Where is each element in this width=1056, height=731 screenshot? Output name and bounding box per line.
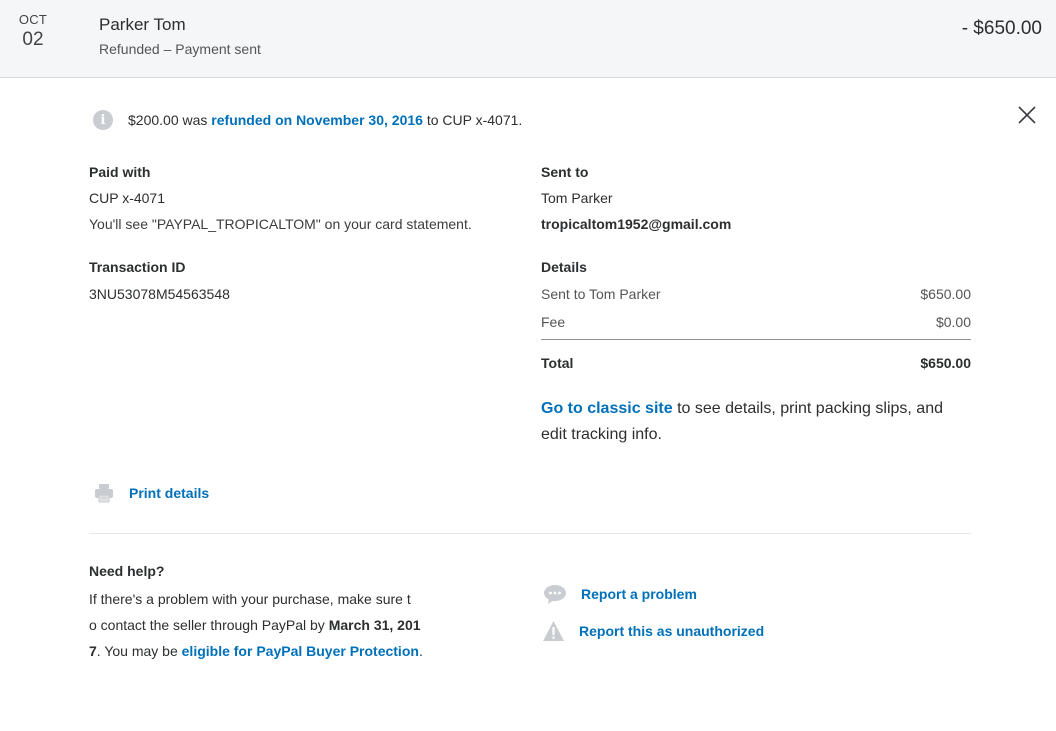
paid-with-card: CUP x-4071	[89, 190, 166, 206]
transaction-header: OCT 02 Parker Tom Refunded – Payment sen…	[0, 0, 1056, 78]
sent-to-label: Sent to	[541, 164, 589, 180]
detail-row-label: Sent to Tom Parker	[541, 286, 661, 302]
print-details-button[interactable]: Print details	[93, 481, 209, 505]
close-button[interactable]	[1016, 104, 1038, 126]
transaction-id: 3NU53078M54563548	[89, 286, 230, 302]
total-label: Total	[541, 355, 574, 371]
chat-bubble-icon	[544, 585, 566, 604]
report-unauthorized-link[interactable]: Report this as unauthorized	[579, 623, 764, 639]
refund-amount: $200.00	[128, 112, 179, 128]
transaction-amount: - $650.00	[961, 18, 1042, 39]
detail-row-value: $650.00	[920, 286, 971, 302]
transaction-status: Refunded – Payment sent	[99, 41, 261, 57]
help-line-1: If there's a problem with your purchase,…	[89, 591, 411, 607]
report-unauthorized-button[interactable]: Report this as unauthorized	[542, 620, 764, 642]
recipient-name: Tom Parker	[541, 190, 613, 206]
close-icon	[1018, 106, 1036, 124]
refund-notice: i $200.00 was refunded on November 30, 2…	[93, 109, 522, 131]
paid-with-label: Paid with	[89, 164, 151, 180]
date-day: 02	[22, 29, 44, 50]
help-line-3: . You may be	[96, 643, 178, 659]
detail-row: Fee $0.00	[541, 314, 971, 330]
help-deadline: March 31, 201	[328, 617, 421, 633]
help-line-2: o contact the seller through PayPal by	[89, 617, 325, 633]
print-details-link[interactable]: Print details	[129, 485, 209, 501]
section-divider	[89, 533, 971, 534]
printer-icon	[95, 484, 113, 503]
help-deadline-end: 7	[89, 643, 97, 659]
total-row: Total $650.00	[541, 355, 971, 371]
card-statement-note: You'll see "PAYPAL_TROPICALTOM" on your …	[89, 216, 472, 232]
need-help-title: Need help?	[89, 563, 165, 579]
detail-row-value: $0.00	[935, 314, 971, 330]
transaction-id-label: Transaction ID	[89, 259, 186, 275]
refund-notice-text: $200.00 was refunded on November 30, 201…	[128, 112, 522, 128]
help-line-3-end: .	[418, 643, 423, 659]
refund-destination: to CUP x-4071.	[426, 112, 523, 128]
classic-site-link[interactable]: Go to classic site	[541, 400, 673, 417]
report-problem-link[interactable]: Report a problem	[581, 586, 697, 602]
date-month: OCT	[18, 12, 48, 27]
detail-row: Sent to Tom Parker $650.00	[541, 286, 971, 302]
transaction-date: OCT 02	[18, 12, 48, 51]
info-icon: i	[93, 110, 113, 130]
total-value: $650.00	[920, 355, 971, 371]
recipient-email-link[interactable]: tropicaltom1952@gmail.com	[541, 216, 731, 232]
detail-row-label: Fee	[541, 314, 566, 330]
refund-was: was	[182, 112, 208, 128]
refund-date-link[interactable]: refunded on November 30, 2016	[211, 112, 423, 128]
report-problem-button[interactable]: Report a problem	[543, 583, 697, 605]
counterparty-name: Parker Tom	[99, 15, 186, 34]
warning-icon	[543, 621, 564, 641]
details-label: Details	[541, 259, 587, 275]
total-divider	[541, 339, 971, 340]
need-help-text: If there's a problem with your purchase,…	[89, 586, 449, 664]
buyer-protection-link[interactable]: eligible for PayPal Buyer Protection	[182, 643, 419, 659]
classic-site-note: Go to classic site to see details, print…	[541, 396, 971, 448]
